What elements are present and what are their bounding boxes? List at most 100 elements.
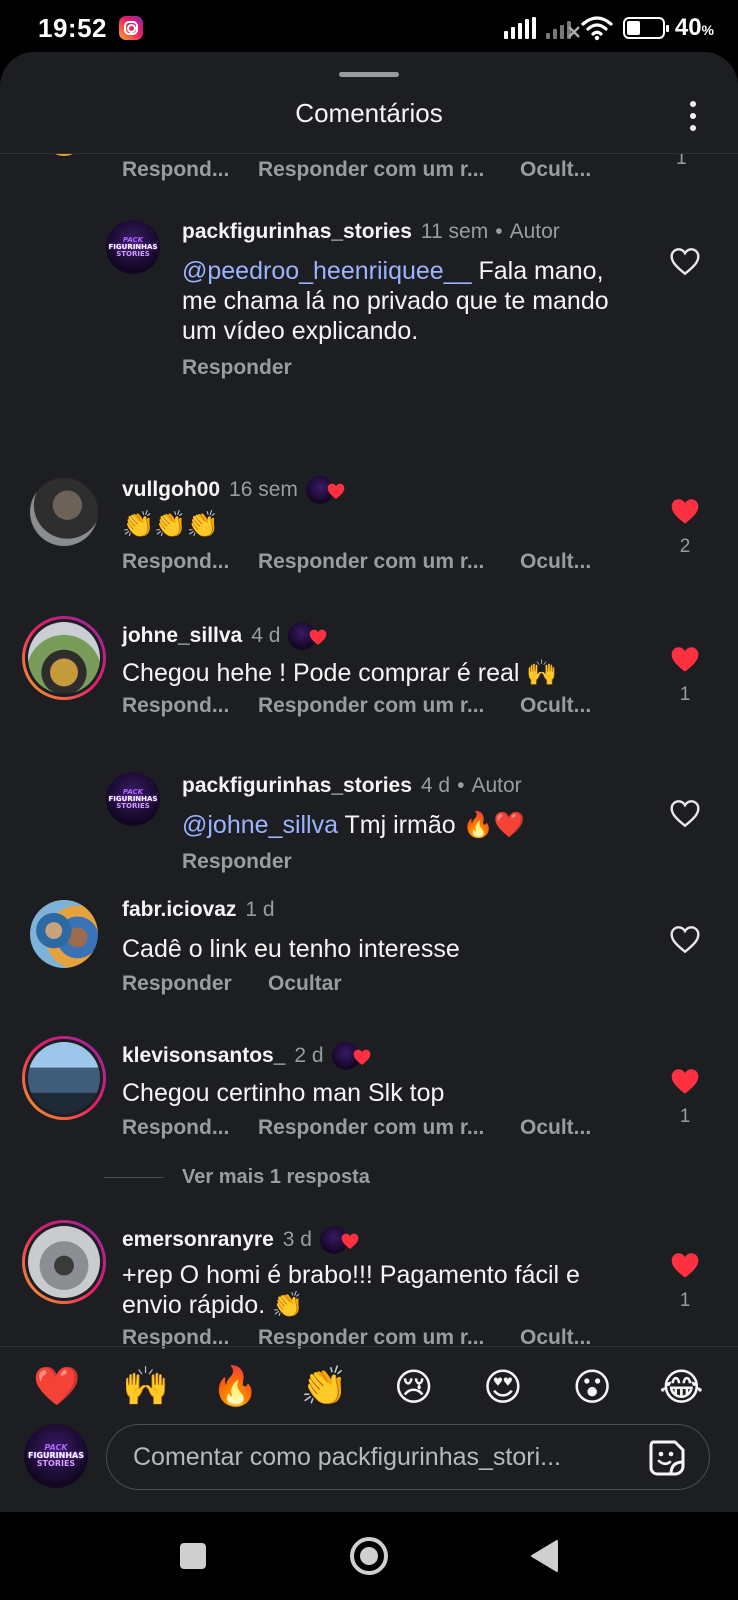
comment-meta: vullgoh00 16 sem: [122, 476, 348, 504]
mention-link[interactable]: @peedroo_heenriiquee__: [182, 257, 472, 285]
hide-button[interactable]: Ocult...: [520, 1116, 591, 1140]
comment-text: 👏👏👏: [122, 510, 220, 540]
view-more-replies-button[interactable]: Ver mais 1 resposta: [104, 1166, 370, 1189]
avatar[interactable]: [22, 1036, 106, 1120]
comment-text: @johne_sillva Tmj irmão 🔥❤️: [182, 811, 525, 839]
heart-outline-icon[interactable]: [669, 798, 701, 828]
hide-button[interactable]: Ocult...: [520, 158, 591, 182]
reply-with-reel-button[interactable]: Responder com um r...: [258, 550, 520, 574]
reaction-heart[interactable]: ❤️: [31, 1361, 83, 1413]
comment-text: Chegou certinho man Slk top: [122, 1079, 445, 1107]
comment-item: klevisonsantos_ 2 d Chegou certinho man …: [0, 1036, 738, 1206]
username[interactable]: packfigurinhas_stories: [182, 220, 412, 244]
sticker-icon[interactable]: [645, 1436, 689, 1480]
timestamp: 1 d: [245, 898, 275, 921]
like-column: 2: [665, 496, 705, 558]
status-time: 19:52: [38, 12, 107, 43]
comment-meta: klevisonsantos_ 2 d: [122, 1042, 374, 1070]
mention-link[interactable]: @johne_sillva: [182, 811, 338, 839]
avatar[interactable]: [22, 616, 106, 700]
author-liked-badge: [319, 1226, 362, 1254]
timestamp: 4 d: [251, 624, 281, 647]
comment-actions: Respond... Responder com um r... Ocult..…: [122, 550, 591, 574]
avatar[interactable]: [30, 478, 98, 546]
username[interactable]: vullgoh00: [122, 478, 220, 502]
like-column: [665, 924, 705, 954]
comment-text: @peedroo_heenriiquee__ Fala mano, me cha…: [182, 257, 609, 345]
wifi-icon: [581, 16, 613, 41]
hide-button[interactable]: Ocult...: [520, 550, 591, 574]
reply-with-reel-button[interactable]: Responder com um r...: [258, 158, 520, 182]
comment-item: fabr.iciovaz 1 d Cadê o link eu tenho in…: [0, 894, 738, 1014]
home-circle-icon[interactable]: [345, 1532, 393, 1580]
username[interactable]: fabr.iciovaz: [122, 898, 236, 922]
instagram-icon: [119, 16, 143, 40]
reply-with-reel-button[interactable]: Responder com um r...: [258, 694, 520, 718]
reaction-surprised[interactable]: 😮: [566, 1361, 618, 1413]
avatar-ring-partial: [44, 154, 84, 156]
reply-button[interactable]: Respond...: [122, 550, 258, 574]
reply-button[interactable]: Respond...: [122, 1116, 258, 1140]
heart-filled-icon: [353, 1049, 370, 1065]
reaction-crying[interactable]: 😢: [388, 1361, 440, 1413]
reply-button[interactable]: Respond...: [122, 158, 258, 182]
username[interactable]: packfigurinhas_stories: [182, 774, 412, 798]
hide-button[interactable]: Ocultar: [268, 972, 342, 996]
heart-filled-icon: [327, 483, 345, 499]
like-count: 1: [679, 684, 691, 705]
back-triangle-icon[interactable]: [521, 1532, 569, 1580]
reaction-heart-eyes[interactable]: 😍: [477, 1361, 529, 1413]
heart-outline-icon[interactable]: [669, 246, 701, 276]
avatar[interactable]: [22, 1220, 106, 1304]
timestamp: 4 d: [420, 774, 451, 797]
comment-list[interactable]: Respond... Responder com um r... Ocult..…: [0, 154, 738, 1398]
heart-filled-icon[interactable]: [669, 1250, 701, 1280]
more-vertical-icon[interactable]: [678, 98, 708, 134]
author-liked-badge: [288, 622, 330, 650]
reaction-laughing[interactable]: 😂: [655, 1361, 707, 1413]
signal-icon: [503, 17, 536, 39]
username[interactable]: johne_sillva: [122, 624, 242, 648]
like-column: 1: [665, 644, 705, 706]
reply-button[interactable]: Respond...: [122, 694, 258, 718]
username[interactable]: klevisonsantos_: [122, 1044, 285, 1068]
author-liked-badge: [331, 1042, 374, 1070]
comment-meta: packfigurinhas_stories 4 d • Autor: [182, 774, 522, 798]
timestamp: 3 d: [282, 1228, 312, 1251]
author-badge: Autor: [509, 220, 560, 243]
battery-percent: 40%: [674, 14, 714, 41]
comment-actions: Respond... Responder com um r... Ocult..…: [122, 694, 591, 718]
like-count: 1: [679, 1290, 691, 1311]
battery-icon: [622, 17, 669, 39]
timestamp: 2 d: [294, 1044, 324, 1067]
comment-meta: packfigurinhas_stories 11 sem • Autor: [182, 220, 560, 244]
comment-input[interactable]: Comentar como packfigurinhas_stori...: [106, 1424, 710, 1490]
author-badge: Autor: [471, 774, 522, 797]
heart-outline-icon[interactable]: [669, 924, 701, 954]
reply-button[interactable]: Responder: [182, 850, 292, 874]
reaction-raising-hands[interactable]: 🙌: [120, 1361, 172, 1413]
hide-button[interactable]: Ocult...: [520, 694, 591, 718]
sheet-title: Comentários: [295, 98, 443, 128]
heart-filled-icon[interactable]: [669, 644, 701, 674]
reaction-fire[interactable]: 🔥: [209, 1361, 261, 1413]
heart-filled-icon[interactable]: [669, 1066, 701, 1096]
avatar[interactable]: PACK FIGURINHAS STORIES: [106, 772, 160, 826]
like-column: 1: [665, 1066, 705, 1128]
system-nav-bar: [0, 1512, 738, 1600]
reply-item: PACK FIGURINHAS STORIES packfigurinhas_s…: [0, 214, 738, 394]
reply-with-reel-button[interactable]: Responder com um r...: [258, 1116, 520, 1140]
username[interactable]: emersonranyre: [122, 1228, 274, 1252]
screen: 19:52 40% Comentários Respond... Respond…: [0, 0, 738, 1600]
drag-handle[interactable]: [339, 72, 399, 77]
heart-filled-icon[interactable]: [669, 496, 701, 526]
recents-square-icon[interactable]: [169, 1532, 217, 1580]
heart-filled-icon: [310, 629, 327, 645]
avatar[interactable]: PACK FIGURINHAS STORIES: [106, 220, 160, 274]
reply-button[interactable]: Responder: [182, 356, 292, 380]
comment-text: Chegou hehe ! Pode comprar é real 🙌: [122, 659, 558, 687]
avatar[interactable]: [30, 900, 98, 968]
comments-sheet: Comentários Respond... Responder com um …: [0, 52, 738, 1512]
reaction-clap[interactable]: 👏: [298, 1361, 350, 1413]
reply-button[interactable]: Responder: [122, 972, 268, 996]
